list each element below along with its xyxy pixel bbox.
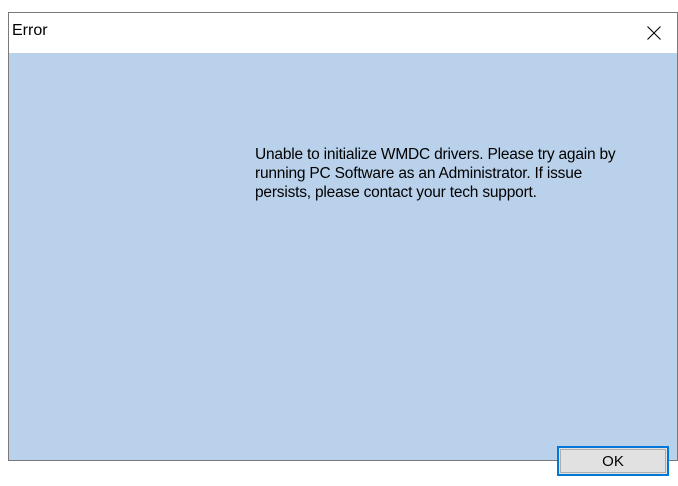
error-dialog-window: Error Unable to initialize WMDC drivers.…	[8, 12, 678, 476]
dialog-body: Unable to initialize WMDC drivers. Pleas…	[9, 53, 677, 476]
close-icon	[646, 25, 662, 41]
close-button[interactable]	[631, 13, 677, 53]
ok-button[interactable]: OK	[557, 446, 669, 476]
ok-button-label: OK	[602, 452, 624, 470]
window-title: Error	[12, 22, 48, 39]
error-message: Unable to initialize WMDC drivers. Pleas…	[255, 146, 616, 201]
title-bar[interactable]: Error	[9, 13, 677, 53]
